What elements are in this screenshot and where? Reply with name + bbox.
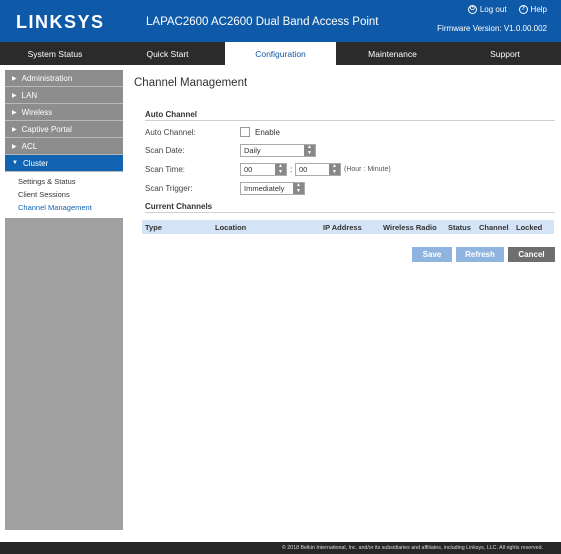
chevron-right-icon: ▶ bbox=[12, 126, 17, 133]
cancel-button[interactable]: Cancel bbox=[508, 247, 555, 262]
chevron-right-icon: ▶ bbox=[12, 109, 17, 116]
section-divider bbox=[145, 120, 555, 121]
select-arrows-icon: ▲ ▼ bbox=[293, 182, 304, 194]
chevron-right-icon: ▶ bbox=[12, 92, 17, 99]
chevron-right-icon: ▶ bbox=[12, 143, 17, 150]
sidebar-item-cluster[interactable]: ▼ Cluster bbox=[5, 155, 123, 172]
column-header-type: Type bbox=[145, 223, 162, 232]
scan-trigger-label: Scan Trigger: bbox=[145, 184, 193, 193]
auto-channel-enable-checkbox[interactable] bbox=[240, 127, 250, 137]
column-header-status: Status bbox=[448, 223, 471, 232]
scan-hour-value: 00 bbox=[244, 165, 253, 174]
cluster-submenu: Settings & Status Client Sessions Channe… bbox=[5, 172, 123, 218]
scan-trigger-value: Immediately bbox=[244, 184, 285, 193]
channels-table-header: Type Location IP Address Wireless Radio … bbox=[142, 220, 554, 234]
firmware-version: Firmware Version: V1.0.00.002 bbox=[437, 24, 547, 33]
chevron-right-icon: ▶ bbox=[12, 75, 17, 82]
select-arrows-icon: ▲ ▼ bbox=[275, 163, 286, 175]
scan-minute-value: 00 bbox=[299, 165, 308, 174]
chevron-down-icon: ▼ bbox=[12, 160, 18, 166]
sidebar-subitem-settings-status[interactable]: Settings & Status bbox=[5, 175, 123, 188]
sidebar: ▶ Administration ▶ LAN ▶ Wireless ▶ Capt… bbox=[5, 70, 123, 530]
sidebar-subitem-channel-management[interactable]: Channel Management bbox=[5, 201, 123, 214]
sidebar-item-label: Administration bbox=[21, 73, 73, 83]
scan-trigger-select[interactable]: Immediately ▲ ▼ bbox=[240, 182, 305, 195]
sidebar-item-label: Cluster bbox=[22, 158, 49, 168]
footer: © 2018 Belkin International, Inc. and/or… bbox=[0, 542, 561, 554]
help-link[interactable]: ? Help bbox=[518, 5, 547, 14]
page-title: Channel Management bbox=[134, 77, 248, 89]
select-arrows-icon: ▲ ▼ bbox=[329, 163, 340, 175]
auto-channel-label: Auto Channel: bbox=[145, 128, 196, 137]
help-icon: ? bbox=[518, 5, 528, 14]
sidebar-subitem-client-sessions[interactable]: Client Sessions bbox=[5, 188, 123, 201]
scan-minute-select[interactable]: 00 ▲ ▼ bbox=[295, 163, 341, 176]
sidebar-item-lan[interactable]: ▶ LAN bbox=[5, 87, 123, 104]
time-format-hint: (Hour : Minute) bbox=[344, 166, 391, 173]
sidebar-item-label: Wireless bbox=[21, 107, 53, 117]
auto-channel-section-title: Auto Channel bbox=[145, 110, 197, 119]
current-channels-section-title: Current Channels bbox=[145, 202, 213, 211]
scan-time-label: Scan Time: bbox=[145, 165, 186, 174]
tab-maintenance[interactable]: Maintenance bbox=[336, 42, 449, 65]
linksys-logo: LINKSYS bbox=[16, 12, 105, 32]
logout-link[interactable]: ⏻ Log out bbox=[467, 5, 507, 14]
enable-label: Enable bbox=[255, 128, 280, 137]
sidebar-item-label: Captive Portal bbox=[21, 124, 72, 134]
power-icon: ⏻ bbox=[467, 5, 477, 14]
sidebar-item-label: ACL bbox=[21, 141, 38, 151]
select-arrows-icon: ▲ ▼ bbox=[304, 144, 315, 156]
column-header-channel: Channel bbox=[479, 223, 509, 232]
sidebar-item-administration[interactable]: ▶ Administration bbox=[5, 70, 123, 87]
sidebar-item-wireless[interactable]: ▶ Wireless bbox=[5, 104, 123, 121]
tab-quick-start[interactable]: Quick Start bbox=[110, 42, 225, 65]
column-header-locked: Locked bbox=[516, 223, 543, 232]
tab-support[interactable]: Support bbox=[449, 42, 561, 65]
sidebar-item-label: LAN bbox=[21, 90, 38, 100]
time-separator: : bbox=[290, 165, 293, 174]
column-header-location: Location bbox=[215, 223, 247, 232]
top-header: LINKSYS LAPAC2600 AC2600 Dual Band Acces… bbox=[0, 0, 561, 42]
scan-date-value: Daily bbox=[244, 146, 261, 155]
save-button[interactable]: Save bbox=[412, 247, 452, 262]
column-header-wireless-radio: Wireless Radio bbox=[383, 223, 437, 232]
tab-configuration[interactable]: Configuration bbox=[225, 42, 336, 65]
sidebar-item-acl[interactable]: ▶ ACL bbox=[5, 138, 123, 155]
header-links: ⏻ Log out ? Help bbox=[467, 5, 547, 14]
column-header-ip-address: IP Address bbox=[323, 223, 362, 232]
tab-system-status[interactable]: System Status bbox=[0, 42, 110, 65]
sidebar-item-captive-portal[interactable]: ▶ Captive Portal bbox=[5, 121, 123, 138]
scan-date-label: Scan Date: bbox=[145, 146, 185, 155]
logout-label: Log out bbox=[479, 5, 507, 14]
scan-hour-select[interactable]: 00 ▲ ▼ bbox=[240, 163, 287, 176]
refresh-button[interactable]: Refresh bbox=[456, 247, 504, 262]
copyright-text: © 2018 Belkin International, Inc. and/or… bbox=[281, 545, 543, 551]
main-nav: System Status Quick Start Configuration … bbox=[0, 42, 561, 65]
help-label: Help bbox=[530, 5, 547, 14]
product-title: LAPAC2600 AC2600 Dual Band Access Point bbox=[146, 16, 379, 28]
section-divider bbox=[145, 212, 555, 213]
scan-date-select[interactable]: Daily ▲ ▼ bbox=[240, 144, 316, 157]
